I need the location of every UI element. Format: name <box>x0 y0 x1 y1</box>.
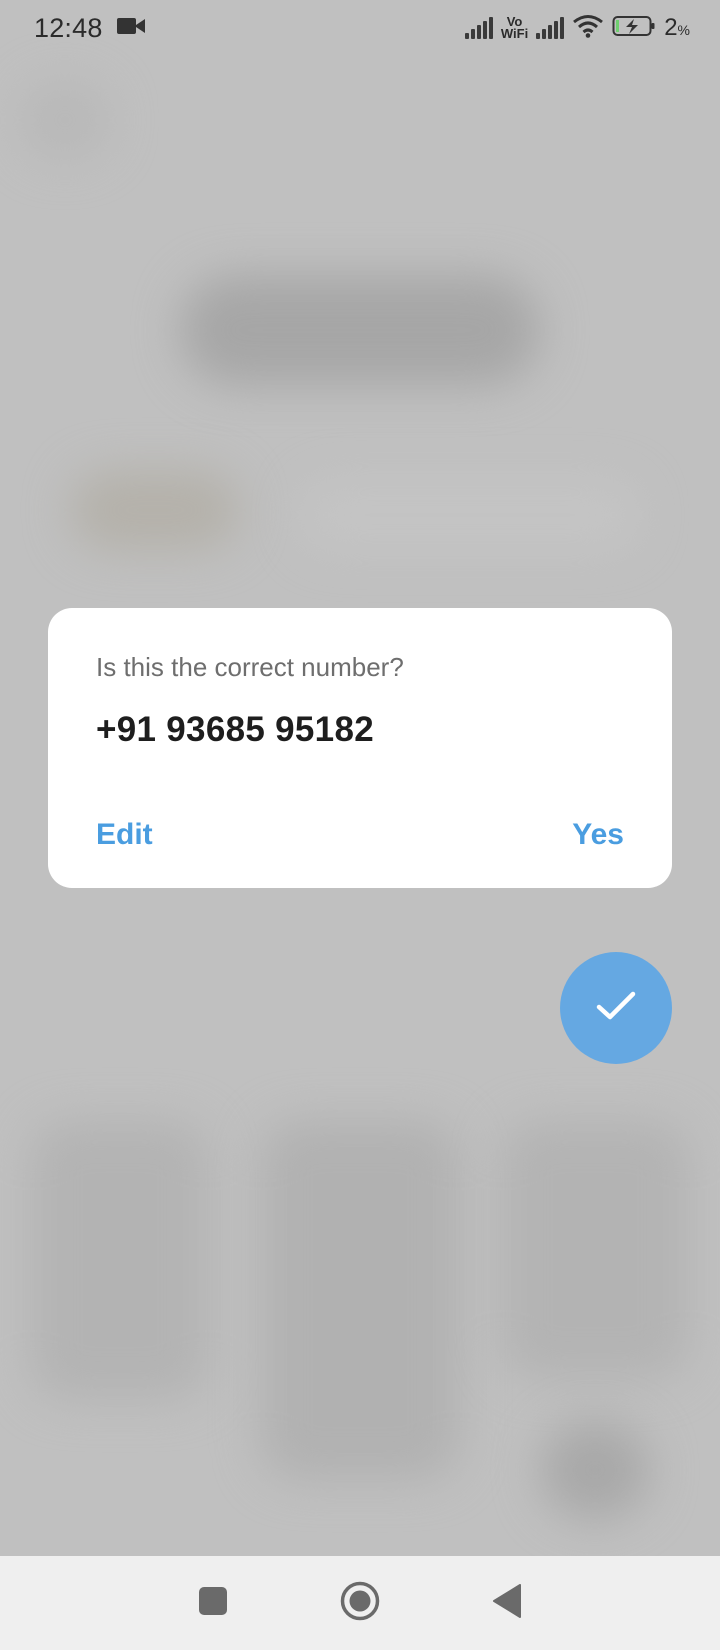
blurred-country-code <box>70 470 240 550</box>
battery-percentage: 2% <box>664 14 690 42</box>
back-button[interactable] <box>477 1573 537 1633</box>
battery-percent-unit: % <box>677 22 690 38</box>
recents-button[interactable] <box>183 1573 243 1633</box>
confirm-fab-button[interactable] <box>560 952 672 1064</box>
blurred-keypad-col-1 <box>30 1120 210 1400</box>
status-bar: 12:48 Vo WiFi 2% <box>0 0 720 56</box>
home-button[interactable] <box>330 1573 390 1633</box>
home-circle-icon <box>339 1580 381 1627</box>
signal-icon <box>536 17 565 39</box>
battery-percent-value: 2 <box>664 14 678 41</box>
blurred-title <box>180 275 540 385</box>
vowifi-bottom-text: WiFi <box>500 26 529 41</box>
signal-icon <box>464 17 493 39</box>
edit-button[interactable]: Edit <box>96 818 153 852</box>
wifi-icon <box>572 14 604 43</box>
phone-screen: 12:48 Vo WiFi 2% Is this the correct num… <box>0 0 720 1650</box>
blurred-keypad-col-2 <box>260 1120 460 1480</box>
back-triangle-icon <box>492 1583 522 1623</box>
blurred-keypad-backspace <box>540 1420 650 1520</box>
recents-square-icon <box>198 1586 228 1621</box>
blurred-back-icon <box>20 80 110 160</box>
dialog-phone-number: +91 93685 95182 <box>96 710 374 749</box>
yes-button[interactable]: Yes <box>572 818 624 852</box>
battery-charging-icon <box>612 14 656 43</box>
status-time: 12:48 <box>34 12 103 43</box>
blurred-keypad-col-3 <box>500 1120 690 1380</box>
video-camera-icon <box>116 16 145 41</box>
blurred-phone-field <box>300 480 640 550</box>
checkmark-icon <box>594 988 638 1029</box>
confirm-number-dialog: Is this the correct number? +91 93685 95… <box>48 608 672 888</box>
vowifi-indicator: Vo WiFi <box>500 15 529 41</box>
dialog-question: Is this the correct number? <box>96 652 404 682</box>
navigation-bar <box>0 1556 720 1650</box>
